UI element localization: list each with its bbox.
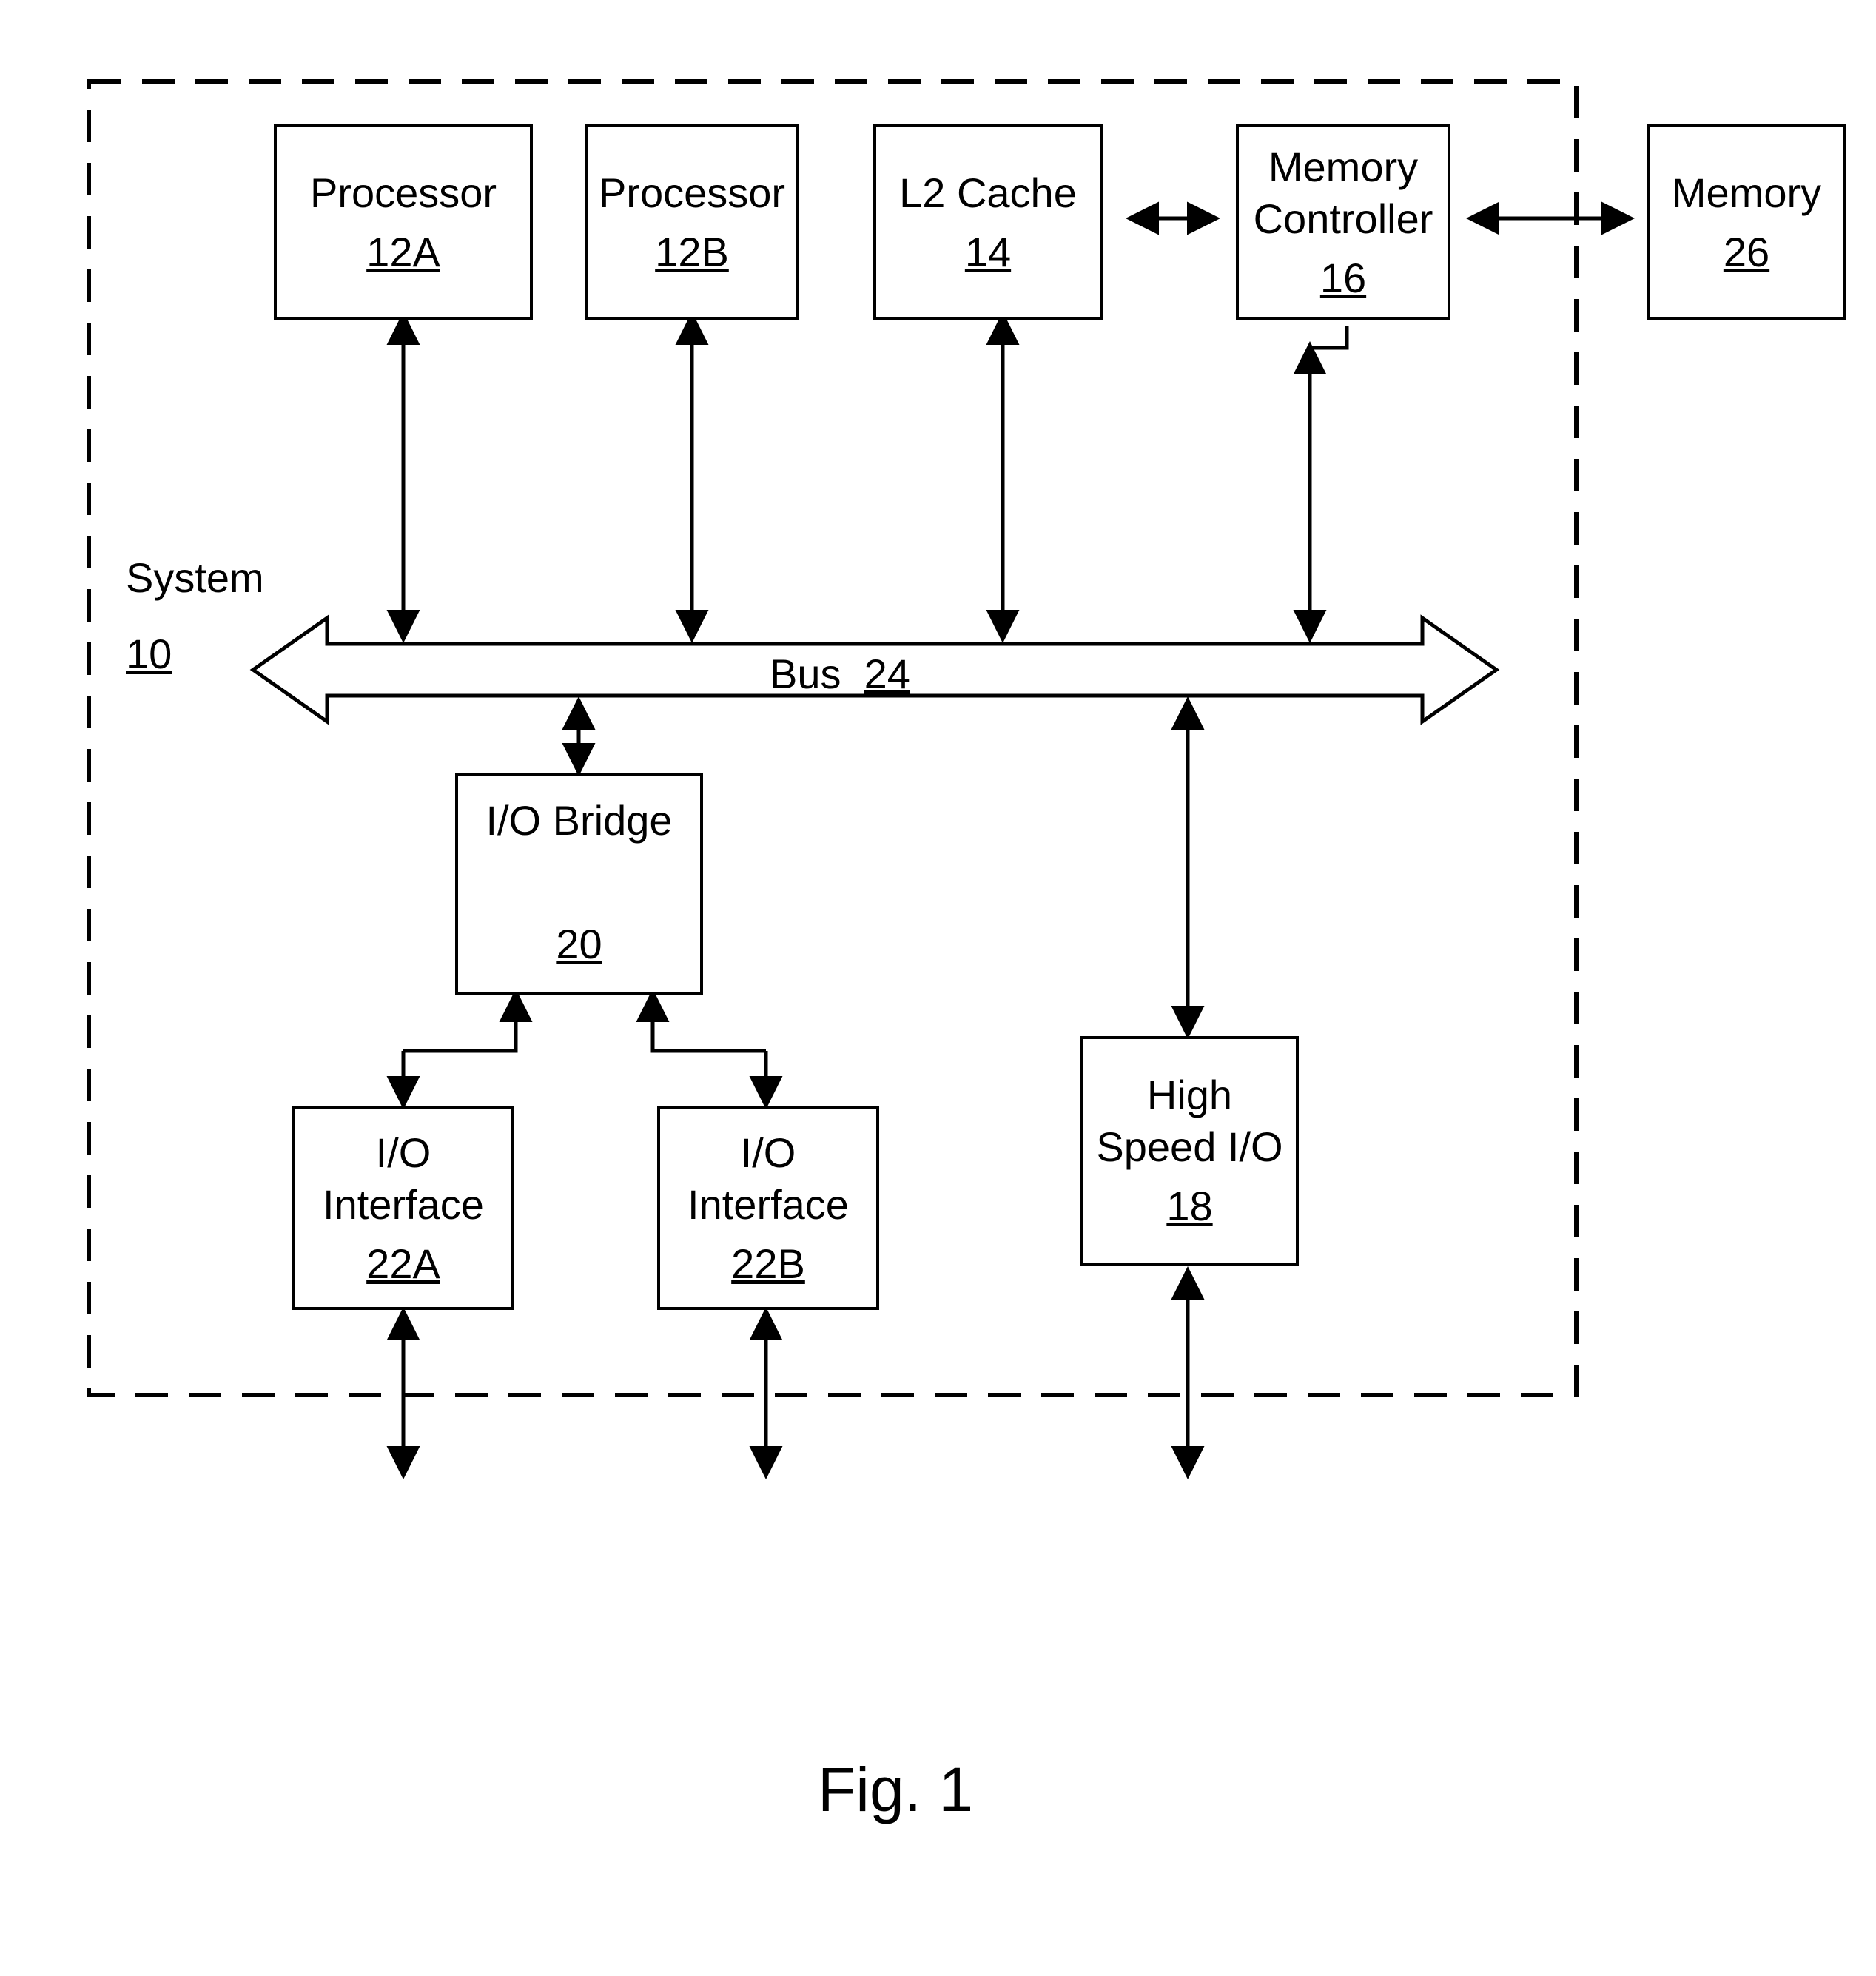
conn-memctrl-jog [1310,326,1347,348]
block-io-bridge: I/O Bridge 20 [455,773,703,995]
block-processor-a: Processor 12A [274,124,533,320]
diagram-canvas: Processor 12A Processor 12B L2 Cache 14 … [0,0,1876,1976]
block-memory-controller: Memory Controller 16 [1236,124,1450,320]
label: I/O Interface [295,1127,511,1231]
label: Memory Controller [1239,141,1448,245]
system-ref: 10 [126,628,264,682]
system-text: System [126,554,264,601]
block-processor-b: Processor 12B [585,124,799,320]
block-io-interface-b: I/O Interface 22B [657,1106,879,1310]
label: High Speed I/O [1083,1069,1296,1173]
block-l2-cache: L2 Cache 14 [873,124,1103,320]
block-memory: Memory 26 [1647,124,1846,320]
system-label: System 10 [126,551,264,682]
figure-caption: Fig. 1 [818,1754,973,1826]
ref: 18 [1166,1180,1212,1232]
ref: 16 [1320,252,1366,304]
ref: 14 [965,226,1011,278]
conn-iobridge-left-jog [403,1025,516,1051]
block-high-speed-io: High Speed I/O 18 [1080,1036,1299,1266]
ref: 22A [366,1238,440,1290]
label: I/O Interface [660,1127,876,1231]
block-io-interface-a: I/O Interface 22A [292,1106,514,1310]
ref: 22B [731,1238,805,1290]
ref: 20 [556,918,602,970]
conn-iobridge-right-jog [653,1025,766,1051]
ref: 12B [655,226,729,278]
bus-text: Bus [770,651,841,697]
label: Memory [1672,167,1821,219]
ref: 26 [1724,226,1769,278]
ref: 12A [366,226,440,278]
label: Processor [599,167,785,219]
bus-label: Bus 24 [770,648,910,702]
label: L2 Cache [899,167,1077,219]
label: Processor [310,167,497,219]
label: I/O Bridge [485,795,672,847]
bus-ref: 24 [864,651,910,697]
